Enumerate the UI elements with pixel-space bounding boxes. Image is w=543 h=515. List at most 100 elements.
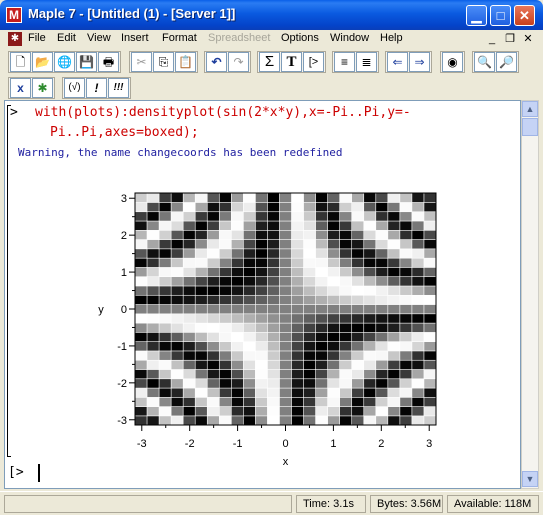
open-icon[interactable]: 📂 (32, 52, 53, 72)
mdi-close-button[interactable]: ✕ (520, 32, 536, 46)
density-cell (291, 378, 305, 389)
density-cell (206, 359, 220, 370)
menu-file[interactable]: File (28, 32, 46, 44)
density-cell (243, 285, 256, 296)
density-plot[interactable]: -3 -2 -1 0 1 2 3 3 2 1 0 -1 -2 -3 x y (5, 101, 520, 488)
density-cell (303, 415, 317, 426)
redo-icon[interactable]: ↷ (228, 52, 249, 72)
density-cell (170, 341, 184, 352)
prompt-icon[interactable]: [> (303, 52, 324, 72)
density-cell (399, 396, 413, 407)
undo-icon[interactable]: ↶ (206, 52, 227, 72)
menu-insert[interactable]: Insert (121, 32, 149, 44)
density-cell (194, 341, 208, 352)
outdent-icon[interactable]: ≣ (356, 52, 377, 72)
menu-edit[interactable]: Edit (57, 32, 76, 44)
save-icon[interactable]: 💾 (76, 52, 97, 72)
density-cell (267, 220, 280, 231)
open-url-icon[interactable]: 🌐 (54, 52, 75, 72)
density-cell (363, 378, 377, 389)
execute-x-button[interactable]: x (10, 78, 31, 98)
density-cell (134, 359, 148, 370)
menu-window[interactable]: Window (330, 32, 369, 44)
text-icon[interactable]: T (281, 52, 302, 72)
density-cell (423, 341, 437, 352)
density-cell (231, 406, 244, 417)
density-cell (279, 239, 293, 250)
execute-all-button[interactable]: !!! (108, 78, 129, 98)
density-cell (303, 248, 317, 259)
x-tick-label: 0 (282, 438, 288, 450)
density-cell (231, 341, 244, 352)
new-icon[interactable]: 🗋 (10, 52, 31, 72)
scroll-down-button[interactable]: ▼ (522, 471, 538, 487)
density-cell (363, 406, 377, 417)
print-icon[interactable]: 🖶 (98, 52, 119, 72)
density-cell (158, 294, 172, 305)
density-cell (255, 341, 268, 352)
menu-help[interactable]: Help (380, 32, 403, 44)
menu-format[interactable]: Format (162, 32, 197, 44)
vertical-scrollbar[interactable]: ▲ ▼ (521, 100, 539, 489)
density-cell (182, 192, 196, 203)
worksheet[interactable]: > with(plots):densityplot(sin(2*x*y),x=-… (4, 100, 521, 489)
density-cell (351, 266, 365, 278)
close-button[interactable]: ✕ (514, 5, 535, 26)
stop-icon[interactable]: ◉ (442, 52, 463, 72)
scroll-up-button[interactable]: ▲ (522, 101, 538, 117)
minimize-button[interactable]: ▁ (466, 5, 487, 26)
density-cell (339, 294, 353, 305)
density-cell (267, 406, 280, 417)
scroll-thumb[interactable] (522, 118, 538, 136)
density-cell (303, 369, 317, 380)
density-cell (206, 396, 220, 407)
sum-icon[interactable]: Σ (259, 52, 280, 72)
density-cell (194, 322, 208, 333)
mdi-minimize-button[interactable]: _ (484, 32, 500, 46)
density-cell (387, 211, 401, 222)
maple-leaf-icon[interactable]: ✱ (32, 78, 53, 98)
density-cell (315, 257, 329, 268)
density-cell (194, 396, 208, 407)
density-cell (303, 331, 317, 342)
density-cell (146, 239, 160, 250)
density-cell (399, 387, 413, 398)
density-cell (267, 211, 280, 222)
back-icon[interactable]: ⇐ (387, 52, 408, 72)
density-cell (170, 313, 184, 324)
sqrt-button[interactable]: (√) (64, 78, 85, 98)
density-cell (291, 387, 305, 398)
density-cell (255, 350, 268, 361)
maximize-button[interactable]: □ (490, 5, 511, 26)
density-cell (303, 229, 317, 240)
document-icon[interactable]: ✱ (8, 32, 22, 46)
menu-view[interactable]: View (87, 32, 111, 44)
density-cell (158, 248, 172, 259)
indent-icon[interactable]: ≡ (334, 52, 355, 72)
zoom-out-icon[interactable]: 🔎 (496, 52, 517, 72)
cut-icon[interactable]: ✂ (131, 52, 152, 72)
paste-icon[interactable]: 📋 (175, 52, 196, 72)
mdi-restore-button[interactable]: ❐ (502, 32, 518, 46)
density-cell (218, 359, 232, 370)
density-cell (387, 192, 401, 203)
density-cell (423, 239, 437, 250)
density-cell (267, 396, 280, 407)
x-tick-label: 3 (426, 438, 432, 450)
density-cell (387, 350, 401, 361)
density-cell (194, 350, 208, 361)
density-cell (411, 406, 425, 417)
density-cell (375, 322, 389, 333)
density-cell (423, 229, 437, 240)
density-cell (327, 276, 341, 287)
density-cell (134, 396, 148, 407)
density-cell (339, 322, 353, 333)
execute-button[interactable]: ! (86, 78, 107, 98)
forward-icon[interactable]: ⇒ (409, 52, 430, 72)
zoom-in-icon[interactable]: 🔍 (474, 52, 495, 72)
density-cell (182, 341, 196, 352)
menu-options[interactable]: Options (281, 32, 319, 44)
density-cell (218, 229, 232, 240)
density-cell (375, 369, 389, 380)
copy-icon[interactable]: ⎘ (153, 52, 174, 72)
